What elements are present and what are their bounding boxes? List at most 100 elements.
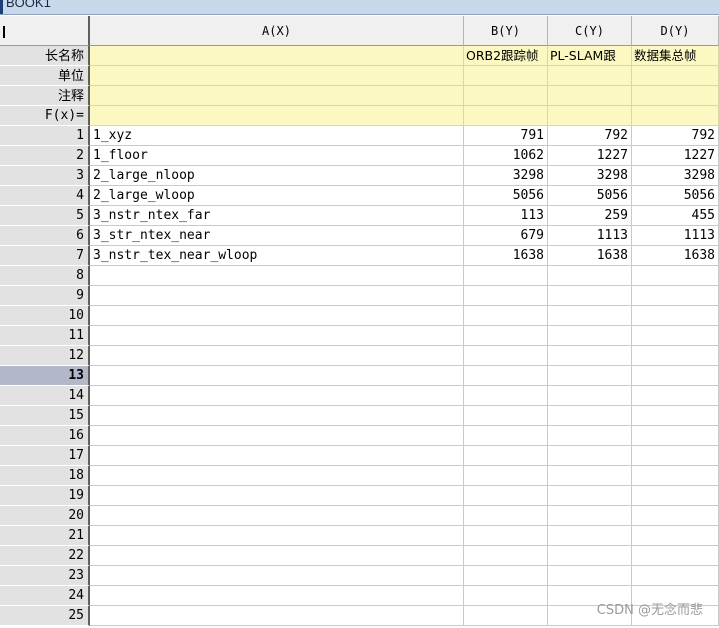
- cell-c[interactable]: 1638: [548, 246, 632, 266]
- cell-d[interactable]: [632, 446, 719, 466]
- meta-cell[interactable]: [632, 106, 719, 126]
- cell-c[interactable]: [548, 346, 632, 366]
- cell-c[interactable]: [548, 366, 632, 386]
- column-header-c[interactable]: C(Y): [548, 16, 632, 46]
- meta-cell[interactable]: PL-SLAM跟: [548, 46, 632, 66]
- meta-cell[interactable]: 数据集总帧: [632, 46, 719, 66]
- cell-b[interactable]: [464, 286, 548, 306]
- cell-b[interactable]: [464, 306, 548, 326]
- row-number[interactable]: 18: [0, 466, 90, 486]
- cell-c[interactable]: [548, 526, 632, 546]
- cell-d[interactable]: [632, 266, 719, 286]
- cell-d[interactable]: [632, 386, 719, 406]
- cell-b[interactable]: [464, 586, 548, 606]
- cell-b[interactable]: [464, 546, 548, 566]
- cell-d[interactable]: [632, 466, 719, 486]
- meta-cell[interactable]: [464, 106, 548, 126]
- cell-b[interactable]: [464, 566, 548, 586]
- cell-a[interactable]: 2_large_wloop: [90, 186, 464, 206]
- cell-b[interactable]: 1062: [464, 146, 548, 166]
- row-number[interactable]: 19: [0, 486, 90, 506]
- row-number[interactable]: 17: [0, 446, 90, 466]
- cell-d[interactable]: 792: [632, 126, 719, 146]
- cell-a[interactable]: [90, 386, 464, 406]
- meta-cell[interactable]: [90, 86, 464, 106]
- cell-b[interactable]: [464, 346, 548, 366]
- row-number[interactable]: 7: [0, 246, 90, 266]
- meta-cell[interactable]: [632, 66, 719, 86]
- cell-d[interactable]: [632, 506, 719, 526]
- cell-c[interactable]: [548, 566, 632, 586]
- cell-c[interactable]: 792: [548, 126, 632, 146]
- meta-cell[interactable]: [464, 86, 548, 106]
- cell-b[interactable]: 679: [464, 226, 548, 246]
- cell-c[interactable]: [548, 426, 632, 446]
- cell-b[interactable]: [464, 466, 548, 486]
- cell-b[interactable]: 1638: [464, 246, 548, 266]
- meta-cell[interactable]: [548, 86, 632, 106]
- meta-label-formula[interactable]: F(x)=: [0, 106, 90, 126]
- cell-d[interactable]: 1113: [632, 226, 719, 246]
- cell-a[interactable]: [90, 506, 464, 526]
- cell-d[interactable]: [632, 326, 719, 346]
- cell-d[interactable]: [632, 486, 719, 506]
- cell-b[interactable]: [464, 426, 548, 446]
- cell-b[interactable]: 113: [464, 206, 548, 226]
- cell-c[interactable]: [548, 266, 632, 286]
- cell-d[interactable]: 1227: [632, 146, 719, 166]
- cell-a[interactable]: [90, 566, 464, 586]
- meta-cell[interactable]: ORB2跟踪帧: [464, 46, 548, 66]
- row-number[interactable]: 15: [0, 406, 90, 426]
- cell-c[interactable]: [548, 386, 632, 406]
- column-header-d[interactable]: D(Y): [632, 16, 719, 46]
- row-number[interactable]: 11: [0, 326, 90, 346]
- cell-d[interactable]: [632, 406, 719, 426]
- cell-a[interactable]: [90, 586, 464, 606]
- cell-d[interactable]: [632, 566, 719, 586]
- row-number[interactable]: 3: [0, 166, 90, 186]
- cell-c[interactable]: [548, 546, 632, 566]
- row-number[interactable]: 6: [0, 226, 90, 246]
- cell-b[interactable]: [464, 406, 548, 426]
- cell-a[interactable]: [90, 306, 464, 326]
- cell-a[interactable]: [90, 426, 464, 446]
- cell-a[interactable]: 3_str_ntex_near: [90, 226, 464, 246]
- cell-a[interactable]: [90, 366, 464, 386]
- meta-cell[interactable]: [464, 66, 548, 86]
- cell-d[interactable]: 3298: [632, 166, 719, 186]
- row-number[interactable]: 21: [0, 526, 90, 546]
- meta-cell[interactable]: [90, 66, 464, 86]
- column-header-b[interactable]: B(Y): [464, 16, 548, 46]
- cell-c[interactable]: [548, 406, 632, 426]
- cell-a[interactable]: [90, 446, 464, 466]
- cell-a[interactable]: [90, 266, 464, 286]
- cell-a[interactable]: [90, 546, 464, 566]
- row-number[interactable]: 4: [0, 186, 90, 206]
- cell-b[interactable]: [464, 326, 548, 346]
- row-number[interactable]: 16: [0, 426, 90, 446]
- cell-a[interactable]: [90, 606, 464, 626]
- row-number[interactable]: 25: [0, 606, 90, 626]
- cell-a[interactable]: [90, 346, 464, 366]
- cell-d[interactable]: [632, 286, 719, 306]
- cell-d[interactable]: [632, 306, 719, 326]
- cell-b[interactable]: 3298: [464, 166, 548, 186]
- meta-label-comments[interactable]: 注释: [0, 86, 90, 106]
- cell-c[interactable]: [548, 506, 632, 526]
- cell-c[interactable]: [548, 286, 632, 306]
- cell-a[interactable]: 1_xyz: [90, 126, 464, 146]
- column-header-a[interactable]: A(X): [90, 16, 464, 46]
- cell-c[interactable]: 1227: [548, 146, 632, 166]
- cell-a[interactable]: [90, 526, 464, 546]
- row-number[interactable]: 12: [0, 346, 90, 366]
- row-number[interactable]: 22: [0, 546, 90, 566]
- cell-b[interactable]: [464, 386, 548, 406]
- cell-b[interactable]: [464, 506, 548, 526]
- cell-a[interactable]: 3_nstr_ntex_far: [90, 206, 464, 226]
- cell-b[interactable]: [464, 266, 548, 286]
- select-all-corner[interactable]: [0, 16, 90, 46]
- cell-b[interactable]: 791: [464, 126, 548, 146]
- row-number[interactable]: 20: [0, 506, 90, 526]
- cell-b[interactable]: [464, 606, 548, 626]
- row-number[interactable]: 8: [0, 266, 90, 286]
